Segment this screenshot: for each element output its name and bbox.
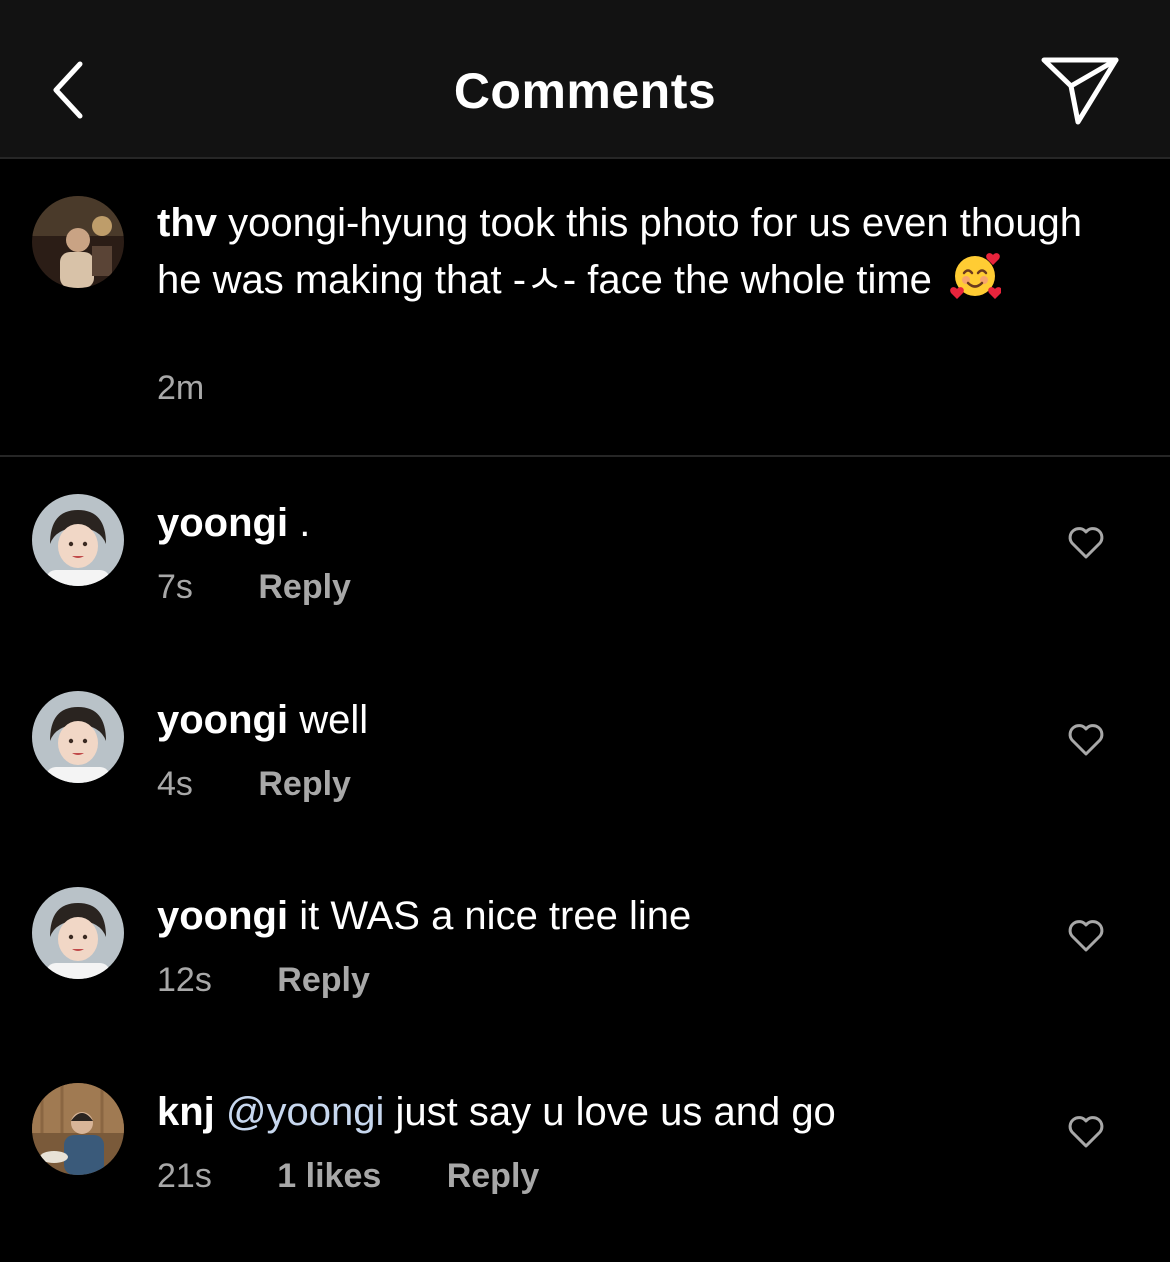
page-title: Comments <box>453 63 717 119</box>
reply-button[interactable]: Reply <box>258 568 351 607</box>
comment-body: . <box>299 501 311 545</box>
comment-body: just say u love us and go <box>395 1090 836 1134</box>
heart-icon[interactable] <box>1066 719 1106 759</box>
caption-timestamp: 2m <box>157 369 205 407</box>
profile-photo <box>32 1083 124 1175</box>
heart-icon[interactable] <box>1066 522 1106 562</box>
comment-meta: 7s Reply <box>157 568 351 607</box>
comment-text: yoongi . <box>157 498 310 548</box>
post-caption: thv yoongi-hyung took this photo for us … <box>0 159 1170 457</box>
paper-plane-icon <box>1041 57 1119 125</box>
comment-text: knj @yoongi just say u love us and go <box>157 1087 836 1137</box>
avatar[interactable] <box>32 1083 124 1175</box>
reply-button[interactable]: Reply <box>447 1157 540 1196</box>
profile-photo <box>32 691 124 783</box>
comment-timestamp: 4s <box>157 765 193 803</box>
heart-icon[interactable] <box>1066 915 1106 955</box>
comment-body: well <box>299 698 369 742</box>
comment-row: yoongi . 7s Reply <box>0 458 1170 608</box>
comment-timestamp: 12s <box>157 961 212 999</box>
share-button[interactable] <box>1038 52 1122 128</box>
avatar[interactable] <box>32 691 124 783</box>
comment-username[interactable]: yoongi <box>157 698 288 742</box>
comment-row: yoongi well 4s Reply <box>0 655 1170 805</box>
avatar[interactable] <box>32 494 124 586</box>
profile-photo <box>32 494 124 586</box>
heart-icon[interactable] <box>1066 1111 1106 1151</box>
comment-meta: 21s 1 likes Reply <box>157 1157 539 1196</box>
top-bar: Comments <box>0 0 1170 159</box>
avatar[interactable] <box>32 196 124 288</box>
reply-button[interactable]: Reply <box>258 765 351 804</box>
caption-text: thv yoongi-hyung took this photo for us … <box>157 197 1117 306</box>
avatar[interactable] <box>32 887 124 979</box>
comment-meta: 12s Reply <box>157 961 370 1000</box>
comment-username[interactable]: yoongi <box>157 894 288 938</box>
profile-photo <box>32 196 124 288</box>
comment-username[interactable]: yoongi <box>157 501 288 545</box>
profile-photo <box>32 887 124 979</box>
caption-body: yoongi-hyung took this photo for us even… <box>157 201 1083 302</box>
comment-timestamp: 7s <box>157 568 193 606</box>
comment-body: it WAS a nice tree line <box>299 894 692 938</box>
mention-link[interactable]: @yoongi <box>226 1090 384 1134</box>
likes-count[interactable]: 1 likes <box>277 1157 381 1196</box>
smiling-face-with-hearts-emoji <box>950 253 1002 299</box>
reply-button[interactable]: Reply <box>277 961 370 1000</box>
comment-username[interactable]: knj <box>157 1090 215 1134</box>
comment-text: yoongi it WAS a nice tree line <box>157 891 691 941</box>
caption-username[interactable]: thv <box>157 201 217 245</box>
comment-row: knj @yoongi just say u love us and go 21… <box>0 1047 1170 1197</box>
comment-row: yoongi it WAS a nice tree line 12s Reply <box>0 851 1170 1001</box>
comment-meta: 4s Reply <box>157 765 351 804</box>
comment-text: yoongi well <box>157 695 368 745</box>
comment-timestamp: 21s <box>157 1157 212 1195</box>
